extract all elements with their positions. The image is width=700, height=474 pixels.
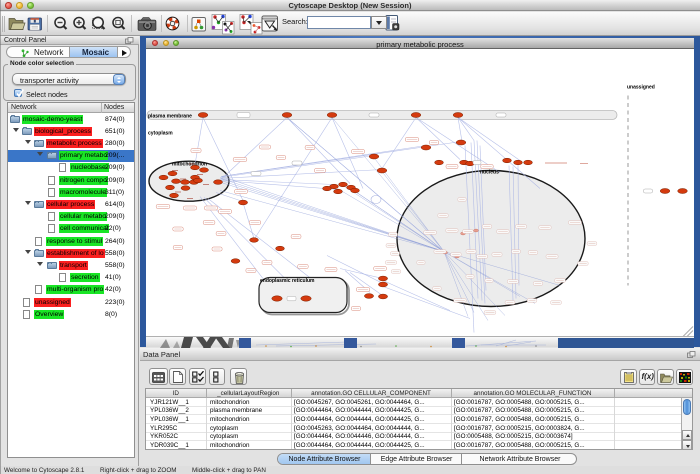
svg-text:nucleus: nucleus (480, 169, 499, 175)
svg-text:endoplasmic reticulum: endoplasmic reticulum (260, 278, 315, 284)
svg-text:plasma membrane: plasma membrane (148, 113, 192, 119)
svg-text:unassigned: unassigned (627, 84, 655, 90)
svg-text:cytoplasm: cytoplasm (148, 130, 173, 136)
svg-text:mitochondrion: mitochondrion (172, 161, 207, 167)
